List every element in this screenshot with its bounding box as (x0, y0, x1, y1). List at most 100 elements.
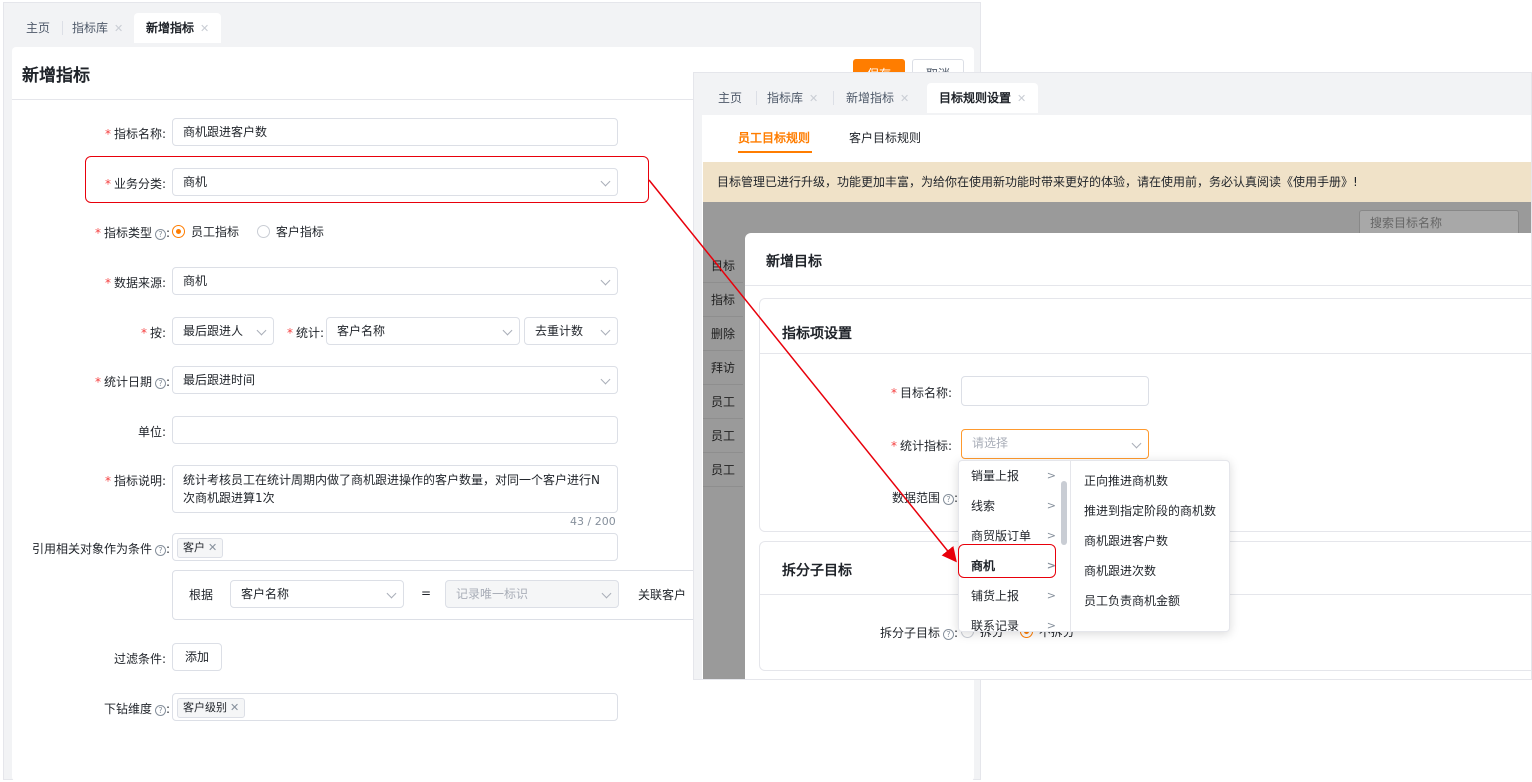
unit-input[interactable] (172, 416, 618, 444)
stat-indicator-select[interactable]: 请选择 (961, 429, 1149, 459)
chevron-down-icon (601, 588, 612, 599)
divider (745, 285, 1531, 286)
tag-chip: 客户级别 ✕ (177, 698, 246, 718)
drill-dimension-select[interactable]: 客户级别 ✕ (172, 693, 618, 721)
drill-dimension-label: 下钻维度?: (103, 702, 170, 716)
tab-new-indicator[interactable]: 新增指标 ✕ (834, 83, 921, 113)
chevron-down-icon (256, 325, 267, 336)
basis-field-select[interactable]: 客户名称 (230, 580, 404, 608)
help-icon: ? (942, 629, 954, 640)
description-label: * 指标说明: (104, 474, 166, 488)
chevron-down-icon (502, 325, 513, 336)
tab-employee-goal-rules[interactable]: 员工目标规则 (738, 129, 810, 146)
close-icon[interactable]: ✕ (200, 22, 209, 35)
close-icon[interactable]: ✕ (230, 701, 239, 714)
active-tab-indicator (738, 151, 812, 153)
filter-label: 过滤条件: (113, 652, 166, 666)
cascader-option[interactable]: 商机跟进次数 (1084, 562, 1156, 579)
chevron-down-icon (1131, 438, 1142, 449)
annotation-highlight-box (958, 544, 1056, 578)
reference-condition-label: 引用相关对象作为条件?: (31, 542, 170, 556)
help-icon: ? (154, 705, 166, 716)
modal-title: 新增目标 (766, 254, 822, 270)
linked-customer-label: 关联客户 (638, 588, 687, 602)
tab-home[interactable]: 主页 (14, 13, 62, 43)
page-title: 新增指标 (22, 66, 90, 86)
chevron-right-icon: > (1046, 469, 1056, 482)
char-count: 43 / 200 (570, 515, 616, 528)
chevron-right-icon: > (1046, 499, 1056, 512)
data-range-label: 数据范围?: (891, 491, 958, 505)
table-row: 目标 (703, 249, 743, 283)
table-row: 指标 (703, 283, 743, 317)
target-field-select: 记录唯一标识 (445, 580, 619, 608)
table-row: 拜访 (703, 351, 743, 385)
upgrade-notice-banner: 目标管理已进行升级，功能更加丰富，为给你在使用新功能时带来更好的体验，请在使用前… (703, 162, 1531, 202)
help-icon: ? (154, 545, 166, 556)
chevron-down-icon (600, 275, 611, 286)
tab-goal-rule-settings[interactable]: 目标规则设置 ✕ (927, 83, 1039, 113)
cascader-item-contact-records[interactable]: 联系记录 > (959, 611, 1070, 632)
table-row: 删除 (703, 317, 743, 351)
by-select[interactable]: 最后跟进人 (172, 317, 274, 345)
section-title: 指标项设置 (782, 326, 852, 342)
chevron-down-icon (600, 325, 611, 336)
tag-chip: 客户 ✕ (177, 538, 224, 558)
cascader-option[interactable]: 员工负责商机金额 (1084, 592, 1180, 609)
close-icon[interactable]: ✕ (208, 541, 217, 554)
data-source-label: * 数据来源: (104, 276, 166, 290)
stat-field-select[interactable]: 客户名称 (326, 317, 520, 345)
indicator-name-label: * 指标名称: (104, 127, 166, 141)
section-title: 拆分子目标 (782, 563, 852, 579)
table-row: 员工 (703, 419, 743, 453)
split-sub-goal-label: 拆分子目标?: (879, 626, 958, 640)
stat-date-select[interactable]: 最后跟进时间 (172, 366, 618, 394)
cascader-option[interactable]: 正向推进商机数 (1084, 472, 1168, 489)
radio-customer-indicator[interactable]: 客户指标 (256, 225, 324, 239)
chevron-down-icon (600, 374, 611, 385)
cascader-option[interactable]: 商机跟进客户数 (1084, 532, 1168, 549)
table-row: 员工 (703, 453, 743, 487)
annotation-highlight-box (85, 156, 649, 203)
radio-unchecked-icon (256, 225, 270, 238)
stat-date-label: * 统计日期?: (94, 375, 170, 389)
indicator-type-radio-group: 员工指标 客户指标 (172, 223, 324, 240)
radio-checked-icon (172, 225, 185, 238)
reference-object-select[interactable]: 客户 ✕ (172, 533, 618, 561)
tab-new-indicator[interactable]: 新增指标 ✕ (134, 13, 222, 43)
tab-indicator-library[interactable]: 指标库 ✕ (755, 83, 830, 113)
stat-label: * 统计: (286, 326, 324, 340)
cascader-item-distribution-report[interactable]: 铺货上报 > (959, 581, 1070, 611)
divider (760, 353, 1531, 354)
close-icon[interactable]: ✕ (809, 92, 818, 105)
unit-label: 单位: (137, 425, 166, 439)
chevron-right-icon: > (1046, 619, 1056, 632)
basis-label: 根据 (189, 588, 214, 602)
goal-name-input[interactable] (961, 376, 1149, 406)
chevron-right-icon: > (1046, 589, 1056, 602)
tab-home[interactable]: 主页 (706, 83, 754, 113)
help-icon: ? (154, 378, 166, 389)
close-icon[interactable]: ✕ (1017, 92, 1026, 105)
radio-employee-indicator[interactable]: 员工指标 (172, 225, 239, 239)
tab-customer-goal-rules[interactable]: 客户目标规则 (849, 129, 921, 146)
equals-sign: = (421, 586, 432, 600)
tab-indicator-library[interactable]: 指标库 ✕ (60, 13, 135, 43)
chevron-down-icon (386, 588, 397, 599)
cascader-item-leads[interactable]: 线索 > (959, 491, 1070, 521)
data-source-select[interactable]: 商机 (172, 267, 618, 295)
cascader-option[interactable]: 推进到指定阶段的商机数 (1084, 502, 1216, 519)
add-filter-button[interactable]: 添加 (172, 643, 223, 671)
help-icon: ? (154, 229, 166, 240)
stat-method-select[interactable]: 去重计数 (524, 317, 618, 345)
close-icon[interactable]: ✕ (114, 22, 123, 35)
tab-bar: 主页 指标库 ✕ 新增指标 ✕ (4, 3, 980, 43)
description-textarea[interactable]: 统计考核员工在统计周期内做了商机跟进操作的客户数量，对同一个客户进行N次商机跟进… (172, 465, 618, 513)
table-row: 员工 (703, 385, 743, 419)
help-icon: ? (942, 494, 954, 505)
indicator-name-input[interactable]: 商机跟进客户数 (172, 118, 618, 146)
cascader-item-sales-report[interactable]: 销量上报 > (959, 461, 1070, 491)
tab-bar: 主页 指标库 ✕ 新增指标 ✕ 目标规则设置 ✕ (694, 73, 1531, 113)
close-icon[interactable]: ✕ (900, 92, 909, 105)
scrollbar[interactable] (1061, 481, 1067, 545)
